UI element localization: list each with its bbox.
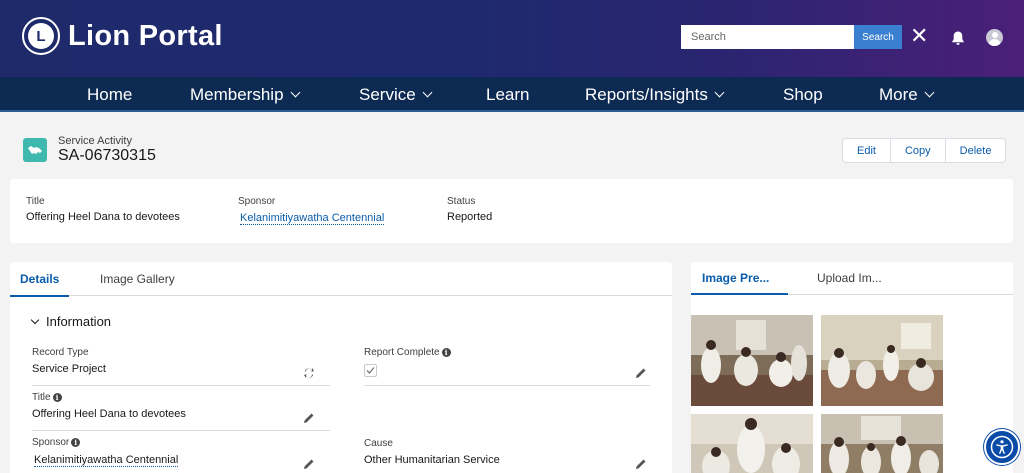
details-card: Details Image Gallery Information Record… (9, 262, 672, 473)
chevron-down-icon (290, 87, 300, 98)
edit-title-pencil-icon[interactable] (303, 412, 315, 424)
field-label: Title i (32, 392, 62, 403)
info-icon[interactable]: i (52, 393, 62, 402)
main-nav: Home Membership Service Learn Reports/In… (0, 77, 1024, 112)
gallery-photo[interactable] (691, 315, 813, 406)
field-label: Cause (364, 438, 393, 449)
field-label: Report Complete i (364, 347, 451, 358)
highlights-panel: Title Offering Heel Dana to devotees Spo… (10, 179, 1013, 243)
logo-letter: L (28, 23, 54, 49)
search-input[interactable] (681, 25, 854, 49)
field-label: Sponsor i (32, 437, 81, 448)
title-value: Offering Heel Dana to devotees (32, 408, 186, 420)
nav-item-service[interactable]: Service (359, 77, 433, 112)
nav-label: Home (87, 84, 133, 104)
tab-details[interactable]: Details (9, 262, 70, 297)
search-button[interactable]: Search (854, 25, 902, 49)
copy-button[interactable]: Copy (891, 139, 946, 162)
tab-image-preview[interactable]: Image Pre... (702, 262, 769, 294)
chevron-down-icon (30, 315, 40, 324)
sponsor-link[interactable]: Kelanimitiyawatha Centennial (34, 454, 179, 467)
cause-value: Other Humanitarian Service (364, 454, 500, 466)
report-complete-checkbox (364, 364, 377, 377)
record-actions: Edit Copy Delete (842, 138, 1007, 163)
tab-image-gallery[interactable]: Image Gallery (100, 262, 175, 296)
field-divider (32, 385, 330, 386)
image-preview-card: Image Pre... Upload Im... (691, 262, 1013, 473)
edit-button[interactable]: Edit (843, 139, 891, 162)
gallery-photo[interactable] (821, 315, 943, 406)
record-type-field-label: Record Type (32, 347, 89, 358)
record-name: SA-06730315 (58, 147, 156, 164)
field-divider (32, 430, 330, 431)
cause-field-label: Cause (364, 438, 393, 449)
highlight-title-label: Title (26, 196, 45, 207)
bell-icon[interactable] (950, 30, 966, 46)
nav-label: More (879, 84, 918, 104)
top-header: L Lion Portal Search ✕ (0, 0, 1024, 77)
highlight-sponsor-link[interactable]: Kelanimitiyawatha Centennial (240, 212, 385, 225)
nav-item-more[interactable]: More (879, 77, 935, 112)
handshake-icon (23, 138, 47, 162)
tab-upload-image[interactable]: Upload Im... (817, 262, 882, 294)
field-divider (364, 385, 650, 386)
gallery-photo[interactable] (821, 414, 943, 473)
edit-report-complete-pencil-icon[interactable] (635, 367, 647, 379)
info-icon[interactable]: i (71, 438, 81, 447)
check-icon (366, 367, 375, 374)
chevron-down-icon (714, 87, 725, 98)
chevron-down-icon (422, 87, 433, 98)
sponsor-field-label: Sponsor (32, 437, 70, 448)
lions-logo-icon[interactable]: L (22, 17, 60, 55)
highlight-status-value: Reported (447, 211, 493, 223)
nav-label: Service (359, 84, 416, 104)
field-label: Record Type (32, 347, 89, 358)
title-field-label: Title (32, 392, 51, 403)
report-complete-field-label: Report Complete (364, 347, 440, 358)
user-avatar-icon[interactable] (986, 29, 1003, 46)
nav-label: Membership (190, 84, 284, 104)
brand-title[interactable]: Lion Portal (68, 20, 223, 53)
avatar-body (989, 39, 1000, 46)
nav-label: Shop (783, 84, 823, 104)
delete-button[interactable]: Delete (946, 139, 1006, 162)
accessibility-icon (990, 435, 1014, 459)
gallery-photo[interactable] (691, 414, 813, 473)
section-information[interactable]: Information (30, 314, 112, 329)
active-tab-indicator (691, 293, 788, 295)
accessibility-button[interactable] (984, 429, 1020, 465)
section-title: Information (46, 314, 112, 329)
nav-label: Reports/Insights (585, 84, 708, 104)
highlight-title-value: Offering Heel Dana to devotees (26, 211, 180, 223)
record-type-value: Service Project (32, 363, 106, 375)
highlight-sponsor-label: Sponsor (238, 196, 276, 207)
nav-label: Learn (486, 84, 530, 104)
nav-item-reports-insights[interactable]: Reports/Insights (585, 77, 725, 112)
nav-item-membership[interactable]: Membership (190, 77, 300, 112)
nav-item-shop[interactable]: Shop (783, 77, 823, 112)
details-tabs: Details Image Gallery (9, 262, 672, 297)
highlight-status-label: Status (447, 196, 476, 207)
edit-sponsor-pencil-icon[interactable] (303, 458, 315, 470)
edit-cause-pencil-icon[interactable] (635, 458, 647, 470)
info-icon[interactable]: i (441, 348, 451, 357)
change-record-type-icon[interactable] (303, 367, 315, 379)
avatar-head (991, 32, 998, 38)
nav-item-learn[interactable]: Learn (486, 77, 529, 112)
chevron-down-icon (924, 87, 935, 98)
close-icon[interactable]: ✕ (910, 25, 928, 47)
record-type-label: Service Activity (58, 135, 132, 147)
nav-item-home[interactable]: Home (87, 77, 132, 112)
